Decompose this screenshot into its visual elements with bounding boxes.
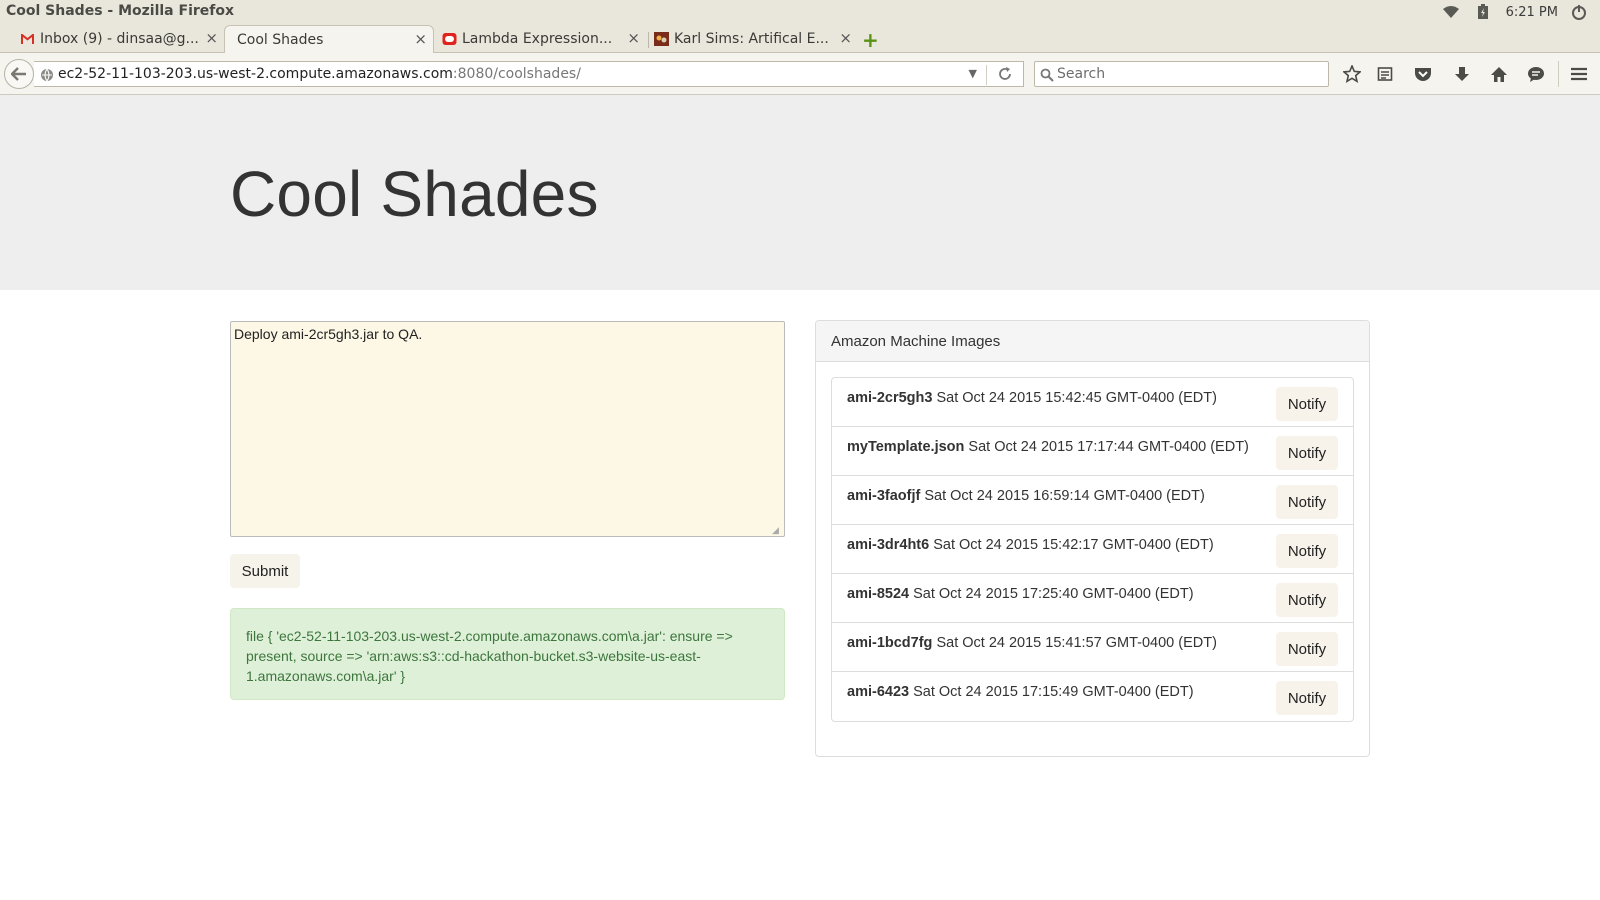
ami-name: ami-3dr4ht6: [847, 537, 930, 553]
tab-divider: [648, 32, 649, 48]
url-divider: [986, 65, 987, 85]
home-icon[interactable]: [1489, 64, 1509, 84]
notify-button[interactable]: Notify: [1276, 681, 1338, 715]
ami-name: myTemplate.json: [847, 439, 965, 455]
message-textarea[interactable]: Deploy ami-2cr5gh3.jar to QA.: [230, 321, 785, 537]
list-item: ami-3dr4ht6 Sat Oct 24 2015 15:42:17 GMT…: [832, 525, 1353, 574]
menu-icon[interactable]: [1569, 64, 1589, 84]
close-icon[interactable]: ×: [627, 29, 640, 47]
ami-entry: ami-8524 Sat Oct 24 2015 17:25:40 GMT-04…: [847, 586, 1194, 602]
notify-button[interactable]: Notify: [1276, 485, 1338, 519]
chat-icon[interactable]: [1526, 64, 1546, 84]
tab-label: Inbox (9) - dinsaa@g...: [40, 31, 199, 47]
ami-date: Sat Oct 24 2015 16:59:14 GMT-0400 (EDT): [924, 488, 1205, 504]
wifi-icon[interactable]: [1440, 3, 1462, 21]
ami-date: Sat Oct 24 2015 15:42:17 GMT-0400 (EDT): [933, 537, 1214, 553]
download-icon[interactable]: [1452, 64, 1472, 84]
ami-entry: ami-3dr4ht6 Sat Oct 24 2015 15:42:17 GMT…: [847, 537, 1214, 553]
search-icon: [1040, 67, 1054, 86]
pocket-icon[interactable]: [1413, 64, 1433, 84]
jumbotron: Cool Shades: [0, 95, 1600, 290]
ami-date: Sat Oct 24 2015 15:42:45 GMT-0400 (EDT): [936, 390, 1217, 406]
back-button[interactable]: [4, 59, 34, 89]
ami-entry: ami-6423 Sat Oct 24 2015 17:15:49 GMT-04…: [847, 684, 1194, 700]
ami-entry: ami-2cr5gh3 Sat Oct 24 2015 15:42:45 GMT…: [847, 390, 1217, 406]
tab-strip: Inbox (9) - dinsaa@g... × Cool Shades × …: [0, 24, 1600, 54]
notify-button[interactable]: Notify: [1276, 632, 1338, 666]
ami-entry: ami-1bcd7fg Sat Oct 24 2015 15:41:57 GMT…: [847, 635, 1217, 651]
list-item: ami-2cr5gh3 Sat Oct 24 2015 15:42:45 GMT…: [832, 378, 1353, 427]
ami-date: Sat Oct 24 2015 15:41:57 GMT-0400 (EDT): [936, 635, 1217, 651]
toolbar-divider: [1558, 61, 1559, 87]
tab-label: Cool Shades: [237, 32, 324, 48]
url-path: :8080/coolshades/: [452, 66, 581, 82]
list-item: ami-6423 Sat Oct 24 2015 17:15:49 GMT-04…: [832, 672, 1353, 721]
notify-button[interactable]: Notify: [1276, 583, 1338, 617]
resize-handle-icon[interactable]: ◢: [772, 526, 779, 536]
tab-label: Karl Sims: Artifical E...: [674, 31, 829, 47]
karl-sims-icon: [654, 32, 669, 46]
close-icon[interactable]: ×: [839, 29, 852, 47]
result-alert: file { 'ec2-52-11-103-203.us-west-2.comp…: [230, 608, 785, 700]
ami-name: ami-1bcd7fg: [847, 635, 933, 651]
new-tab-button[interactable]: +: [862, 28, 879, 52]
notify-button[interactable]: Notify: [1276, 534, 1338, 568]
gmail-icon: [20, 32, 35, 46]
window-titlebar: Cool Shades - Mozilla Firefox 6:21 PM: [0, 0, 1600, 24]
ami-list: ami-2cr5gh3 Sat Oct 24 2015 15:42:45 GMT…: [831, 377, 1354, 722]
ami-date: Sat Oct 24 2015 17:25:40 GMT-0400 (EDT): [913, 586, 1194, 602]
system-tray: 6:21 PM: [1440, 0, 1600, 24]
navigation-toolbar: ec2-52-11-103-203.us-west-2.compute.amaz…: [0, 53, 1600, 95]
ami-name: ami-2cr5gh3: [847, 390, 933, 406]
reading-list-icon[interactable]: [1375, 64, 1395, 84]
tab-cool-shades[interactable]: Cool Shades ×: [224, 25, 434, 54]
ami-date: Sat Oct 24 2015 17:15:49 GMT-0400 (EDT): [913, 684, 1194, 700]
tab-inbox[interactable]: Inbox (9) - dinsaa@g... ×: [16, 25, 224, 53]
bookmark-star-icon[interactable]: [1342, 64, 1362, 84]
ami-name: ami-3faofjf: [847, 488, 921, 504]
list-item: ami-1bcd7fg Sat Oct 24 2015 15:41:57 GMT…: [832, 623, 1353, 672]
oracle-icon: [442, 32, 457, 46]
url-host: ec2-52-11-103-203.us-west-2.compute.amaz…: [58, 66, 453, 82]
list-item: ami-8524 Sat Oct 24 2015 17:25:40 GMT-04…: [832, 574, 1353, 623]
ami-entry: myTemplate.json Sat Oct 24 2015 17:17:44…: [847, 439, 1249, 455]
battery-icon[interactable]: [1472, 3, 1494, 21]
ami-date: Sat Oct 24 2015 17:17:44 GMT-0400 (EDT): [968, 439, 1249, 455]
url-text[interactable]: ec2-52-11-103-203.us-west-2.compute.amaz…: [58, 66, 581, 82]
notify-button[interactable]: Notify: [1276, 387, 1338, 421]
reload-icon[interactable]: [997, 66, 1013, 86]
tab-lambda[interactable]: Lambda Expression... ×: [438, 25, 646, 53]
ami-panel: Amazon Machine Images ami-2cr5gh3 Sat Oc…: [815, 320, 1370, 757]
close-icon[interactable]: ×: [414, 30, 427, 48]
ami-name: ami-6423: [847, 684, 910, 700]
close-icon[interactable]: ×: [205, 29, 218, 47]
power-icon[interactable]: [1568, 3, 1590, 21]
window-title: Cool Shades - Mozilla Firefox: [6, 3, 235, 19]
notify-button[interactable]: Notify: [1276, 436, 1338, 470]
search-input[interactable]: [1057, 65, 1317, 83]
ami-name: ami-8524: [847, 586, 910, 602]
clock[interactable]: 6:21 PM: [1506, 5, 1558, 20]
ami-entry: ami-3faofjf Sat Oct 24 2015 16:59:14 GMT…: [847, 488, 1205, 504]
tab-label: Lambda Expression...: [462, 31, 613, 47]
globe-icon[interactable]: [40, 67, 54, 86]
submit-button[interactable]: Submit: [230, 554, 300, 588]
list-item: ami-3faofjf Sat Oct 24 2015 16:59:14 GMT…: [832, 476, 1353, 525]
page-title: Cool Shades: [230, 158, 599, 230]
back-arrow-icon: [11, 67, 26, 81]
search-bar[interactable]: [1034, 61, 1329, 87]
list-item: myTemplate.json Sat Oct 24 2015 17:17:44…: [832, 427, 1353, 476]
url-bar[interactable]: ec2-52-11-103-203.us-west-2.compute.amaz…: [34, 61, 1024, 87]
history-dropdown-icon[interactable]: ▼: [969, 67, 977, 80]
panel-title: Amazon Machine Images: [816, 321, 1369, 362]
tab-karl-sims[interactable]: Karl Sims: Artifical E... ×: [650, 25, 858, 53]
